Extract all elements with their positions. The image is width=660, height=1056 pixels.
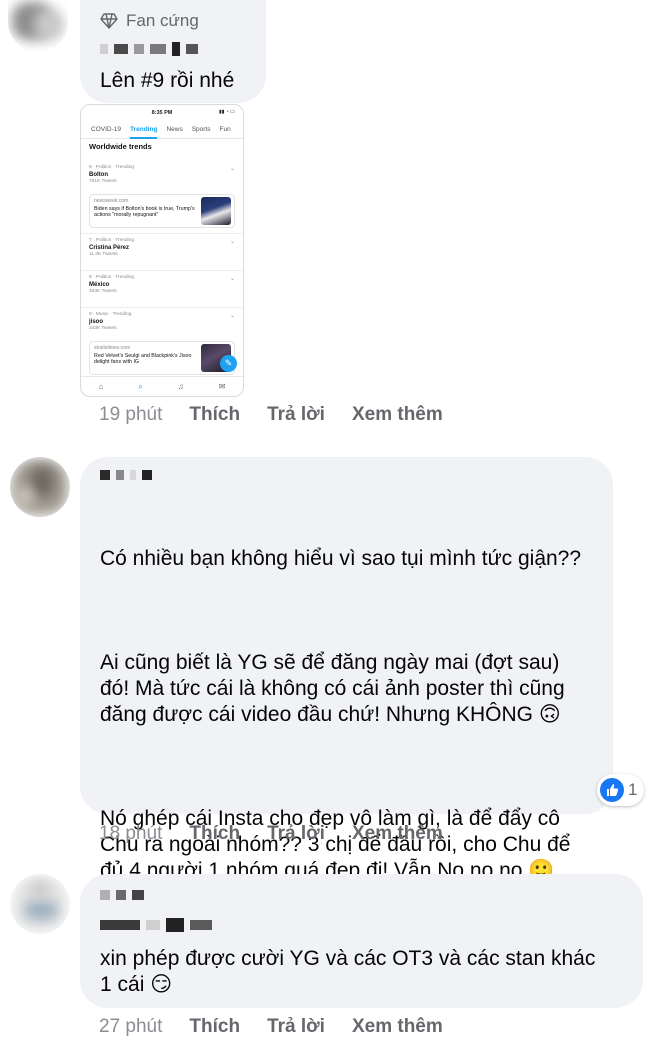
fan-badge: Fan cứng: [100, 11, 199, 31]
attached-screenshot[interactable]: 8:35 PM ▮▮ ◔ ▭ COVID-19 Trending News Sp…: [80, 104, 244, 397]
reply-link[interactable]: Trả lời: [267, 1016, 325, 1038]
commenter-avatar-1[interactable]: [8, 0, 68, 52]
search-icon: ⌕: [138, 381, 143, 391]
pixel-block: [190, 920, 212, 930]
trend-tweets: 463K Tweets: [89, 289, 117, 294]
trend-tweets: 751K Tweets: [89, 179, 117, 184]
pixel-block: [172, 42, 180, 56]
commenter-name-pixelated[interactable]: [100, 42, 198, 56]
divider: [81, 270, 243, 271]
pixel-block: [100, 890, 110, 900]
pixel-block: [146, 920, 160, 930]
comment-paragraph: Có nhiều bạn không hiểu vì sao tụi mình …: [100, 547, 582, 570]
news-card: straitstimes.com Red Velvet's Seulgi and…: [89, 341, 235, 375]
comment-actions-3: 27 phút Thích Trả lời Xem thêm: [99, 1016, 443, 1038]
card-thumbnail: [201, 197, 231, 225]
comment-paragraph: Nó ghép cái Insta cho đẹp vô làm gì, là …: [100, 807, 577, 882]
reply-link[interactable]: Trả lời: [267, 404, 325, 426]
see-more-link[interactable]: Xem thêm: [352, 823, 443, 845]
trend-item: 7 · Politics · Trending Cristina Pérez 1…: [89, 238, 235, 258]
divider: [81, 233, 243, 234]
tab-fun: Fun: [219, 126, 231, 133]
tab-news: News: [166, 126, 183, 133]
commenter-name-pixelated[interactable]: [100, 470, 152, 480]
reaction-count: 1: [628, 780, 638, 799]
mail-icon: ✉: [218, 382, 226, 391]
trend-item: 9 · Music · Trending jisoo 343K Tweets ⌄: [89, 312, 235, 332]
status-icons: ▮▮ ◔ ▭: [218, 109, 235, 115]
like-link[interactable]: Thích: [189, 1016, 240, 1038]
chevron-down-icon: ⌄: [229, 166, 235, 172]
pixel-block: [130, 470, 136, 480]
commenter-avatar-2[interactable]: [10, 457, 70, 517]
pixel-block: [186, 44, 198, 54]
compose-fab-icon: ✎: [220, 355, 237, 372]
card-source: newsweek.com: [94, 198, 129, 204]
pixel-block: [100, 920, 140, 930]
pixel-block: [100, 44, 108, 54]
pixel-block: [116, 890, 126, 900]
trends-heading: Worldwide trends: [89, 142, 152, 151]
reply-link[interactable]: Trả lời: [267, 823, 325, 845]
avatar-blur: [30, 882, 50, 898]
trend-item: 8 · Politics · Trending México 463K Twee…: [89, 275, 235, 295]
tab-trending: Trending: [129, 126, 158, 139]
trend-name: jisoo: [89, 319, 104, 325]
news-card: newsweek.com Biden says if Bolton's book…: [89, 194, 235, 228]
avatar-blur: [14, 487, 34, 507]
commenter-name-pixelated-line2: [100, 918, 212, 932]
card-source: straitstimes.com: [94, 345, 131, 351]
comment-text-2: Có nhiều bạn không hiểu vì sao tụi mình …: [100, 494, 590, 910]
avatar-blur: [34, 10, 64, 40]
see-more-link[interactable]: Xem thêm: [352, 404, 443, 426]
pixel-block: [166, 918, 184, 932]
bell-icon: ♫: [177, 382, 184, 391]
comment-time[interactable]: 18 phút: [99, 823, 162, 845]
tab-covid: COVID-19: [91, 126, 121, 133]
comment-actions-1: 19 phút Thích Trả lời Xem thêm: [99, 404, 443, 426]
pixel-block: [116, 470, 124, 480]
trend-name: Cristina Pérez: [89, 245, 130, 251]
like-link[interactable]: Thích: [189, 404, 240, 426]
home-icon: ⌂: [98, 382, 104, 391]
trend-tweets: 11.3K Tweets: [89, 252, 118, 257]
trend-name: México: [89, 282, 110, 288]
comment-paragraph: Ai cũng biết là YG sẽ để đăng ngày mai (…: [100, 651, 571, 726]
commenter-name-pixelated[interactable]: [100, 890, 144, 900]
pixel-block: [142, 470, 152, 480]
pixel-block: [134, 44, 144, 54]
commenter-avatar-3[interactable]: [10, 874, 70, 934]
chevron-down-icon: ⌄: [229, 239, 235, 245]
like-link[interactable]: Thích: [189, 823, 240, 845]
chevron-down-icon: ⌄: [229, 276, 235, 282]
trend-item: 6 · Politics · Trending Bolton 751K Twee…: [89, 165, 235, 185]
comment-time[interactable]: 19 phút: [99, 404, 162, 426]
pixel-block: [100, 470, 110, 480]
see-more-link[interactable]: Xem thêm: [352, 1016, 443, 1038]
tab-bar: COVID-19 Trending News Sports Fun: [81, 121, 243, 139]
thumbs-up-icon: [600, 778, 624, 802]
pixel-block: [114, 44, 128, 54]
reaction-summary[interactable]: 1: [597, 774, 645, 806]
tab-sports: Sports: [191, 126, 211, 133]
pixel-block: [132, 890, 144, 900]
bottom-nav: ⌂ ⌕ ♫ ✉: [81, 376, 243, 396]
trend-name: Bolton: [89, 172, 108, 178]
badge-label: Fan cứng: [126, 11, 199, 30]
chevron-down-icon: ⌄: [229, 313, 235, 319]
avatar-blur: [24, 900, 58, 920]
divider: [81, 307, 243, 308]
comment-text-1: Lên #9 rồi nhé: [100, 69, 235, 92]
comment-actions-2: 18 phút Thích Trả lời Xem thêm: [99, 823, 443, 845]
comment-text-3: xin phép được cười YG và các OT3 và các …: [100, 947, 602, 996]
card-title: Biden says if Bolton's book is true, Tru…: [94, 206, 195, 219]
pixel-block: [150, 44, 166, 54]
comment-time[interactable]: 27 phút: [99, 1016, 162, 1038]
trend-tweets: 343K Tweets: [89, 326, 117, 331]
card-title: Red Velvet's Seulgi and Blackpink's Jiso…: [94, 353, 192, 366]
diamond-icon: [100, 13, 118, 29]
